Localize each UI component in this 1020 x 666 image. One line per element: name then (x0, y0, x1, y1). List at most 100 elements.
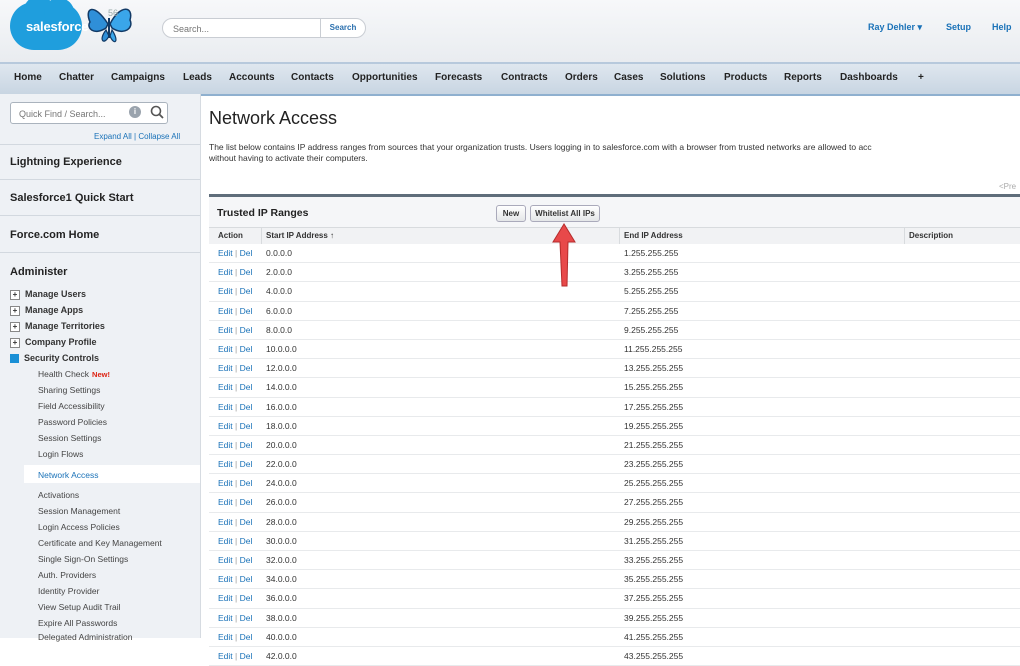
tab-opportunities[interactable]: Opportunities (352, 72, 418, 83)
tab-home[interactable]: Home (14, 72, 42, 83)
delete-link[interactable]: Del (240, 363, 253, 373)
search-button[interactable]: Search (320, 19, 365, 37)
tab-solutions[interactable]: Solutions (660, 72, 706, 83)
tab-campaigns[interactable]: Campaigns (111, 72, 165, 83)
sidebar-item-delegated-administration[interactable]: Delegated Administration (38, 632, 133, 642)
tab-products[interactable]: Products (724, 72, 767, 83)
edit-link[interactable]: Edit (218, 555, 233, 565)
delete-link[interactable]: Del (240, 517, 253, 527)
edit-link[interactable]: Edit (218, 613, 233, 623)
expand-plus-icon[interactable]: + (10, 289, 20, 300)
edit-link[interactable]: Edit (218, 306, 233, 316)
tab-accounts[interactable]: Accounts (229, 72, 275, 83)
column-header-end-ip[interactable]: End IP Address (624, 231, 683, 240)
sidebar-item-login-access-policies[interactable]: Login Access Policies (38, 522, 120, 532)
edit-link[interactable]: Edit (218, 267, 233, 277)
sidebar-item-identity-provider[interactable]: Identity Provider (38, 586, 99, 596)
tab-leads[interactable]: Leads (183, 72, 212, 83)
expand-plus-icon[interactable]: + (10, 337, 20, 348)
salesforce-logo[interactable]: salesforce (10, 0, 89, 50)
sidebar-item-manage-territories[interactable]: + Manage Territories (10, 321, 105, 332)
edit-link[interactable]: Edit (218, 248, 233, 258)
delete-link[interactable]: Del (240, 440, 253, 450)
edit-link[interactable]: Edit (218, 632, 233, 642)
expand-all-link[interactable]: Expand All (94, 132, 132, 141)
delete-link[interactable]: Del (240, 402, 253, 412)
delete-link[interactable]: Del (240, 497, 253, 507)
sidebar-item-expire-passwords[interactable]: Expire All Passwords (38, 618, 117, 628)
tab-cases[interactable]: Cases (614, 72, 643, 83)
sidebar-item-session-settings[interactable]: Session Settings (38, 433, 101, 443)
sidebar-item-login-flows[interactable]: Login Flows (38, 449, 83, 459)
sidebar-item-health-check[interactable]: Health Check New! (38, 369, 110, 379)
sidebar-item-security-controls[interactable]: Security Controls (10, 353, 99, 364)
delete-link[interactable]: Del (240, 613, 253, 623)
user-menu[interactable]: Ray Dehler ▾ (868, 22, 922, 33)
delete-link[interactable]: Del (240, 382, 253, 392)
expand-plus-icon[interactable]: + (10, 321, 20, 332)
delete-link[interactable]: Del (240, 344, 253, 354)
setup-link[interactable]: Setup (946, 22, 971, 32)
sidebar-item-network-access[interactable]: Network Access (38, 470, 98, 480)
tab-forecasts[interactable]: Forecasts (435, 72, 482, 83)
edit-link[interactable]: Edit (218, 286, 233, 296)
sidebar-item-single-sign-on[interactable]: Single Sign-On Settings (38, 554, 128, 564)
collapse-all-link[interactable]: Collapse All (138, 132, 180, 141)
edit-link[interactable]: Edit (218, 478, 233, 488)
edit-link[interactable]: Edit (218, 459, 233, 469)
sidebar-item-session-management[interactable]: Session Management (38, 506, 120, 516)
edit-link[interactable]: Edit (218, 536, 233, 546)
sidebar-item-manage-users[interactable]: + Manage Users (10, 289, 86, 300)
edit-link[interactable]: Edit (218, 421, 233, 431)
sidebar-item-company-profile[interactable]: + Company Profile (10, 337, 97, 348)
sidebar-item-setup-audit-trail[interactable]: View Setup Audit Trail (38, 602, 121, 612)
edit-link[interactable]: Edit (218, 402, 233, 412)
sidebar-item-sharing-settings[interactable]: Sharing Settings (38, 385, 100, 395)
edit-link[interactable]: Edit (218, 574, 233, 584)
edit-link[interactable]: Edit (218, 651, 233, 661)
edit-link[interactable]: Edit (218, 593, 233, 603)
delete-link[interactable]: Del (240, 632, 253, 642)
delete-link[interactable]: Del (240, 478, 253, 488)
help-link[interactable]: Help (992, 22, 1012, 32)
tab-reports[interactable]: Reports (784, 72, 822, 83)
tab-contracts[interactable]: Contracts (501, 72, 548, 83)
previous-page-link[interactable]: <Pre (999, 182, 1016, 191)
delete-link[interactable]: Del (240, 286, 253, 296)
delete-link[interactable]: Del (240, 421, 253, 431)
delete-link[interactable]: Del (240, 325, 253, 335)
all-tabs-plus-icon[interactable]: + (918, 72, 924, 83)
sidebar-force-com-home[interactable]: Force.com Home (10, 229, 99, 241)
delete-link[interactable]: Del (240, 651, 253, 661)
tab-orders[interactable]: Orders (565, 72, 598, 83)
info-icon[interactable]: i (129, 106, 141, 118)
edit-link[interactable]: Edit (218, 517, 233, 527)
delete-link[interactable]: Del (240, 306, 253, 316)
sidebar-lightning-experience[interactable]: Lightning Experience (10, 156, 122, 168)
delete-link[interactable]: Del (240, 248, 253, 258)
sidebar-item-auth-providers[interactable]: Auth. Providers (38, 570, 96, 580)
expand-plus-icon[interactable]: + (10, 305, 20, 316)
collapse-minus-icon[interactable] (10, 354, 19, 364)
column-header-start-ip[interactable]: Start IP Address ↑ (266, 231, 334, 240)
delete-link[interactable]: Del (240, 593, 253, 603)
tab-chatter[interactable]: Chatter (59, 72, 94, 83)
edit-link[interactable]: Edit (218, 382, 233, 392)
sidebar-item-manage-apps[interactable]: + Manage Apps (10, 305, 83, 316)
quick-find-input[interactable] (17, 106, 121, 122)
sidebar-item-activations[interactable]: Activations (38, 490, 79, 500)
search-icon[interactable] (149, 104, 165, 120)
new-button[interactable]: New (496, 205, 526, 222)
delete-link[interactable]: Del (240, 555, 253, 565)
tab-contacts[interactable]: Contacts (291, 72, 334, 83)
sidebar-salesforce1-quick-start[interactable]: Salesforce1 Quick Start (10, 192, 134, 204)
edit-link[interactable]: Edit (218, 325, 233, 335)
edit-link[interactable]: Edit (218, 440, 233, 450)
column-header-description[interactable]: Description (909, 231, 953, 240)
edit-link[interactable]: Edit (218, 344, 233, 354)
sidebar-item-certificate-key-management[interactable]: Certificate and Key Management (38, 538, 162, 548)
sidebar-item-field-accessibility[interactable]: Field Accessibility (38, 401, 105, 411)
search-input[interactable] (171, 21, 321, 37)
edit-link[interactable]: Edit (218, 363, 233, 373)
edit-link[interactable]: Edit (218, 497, 233, 507)
